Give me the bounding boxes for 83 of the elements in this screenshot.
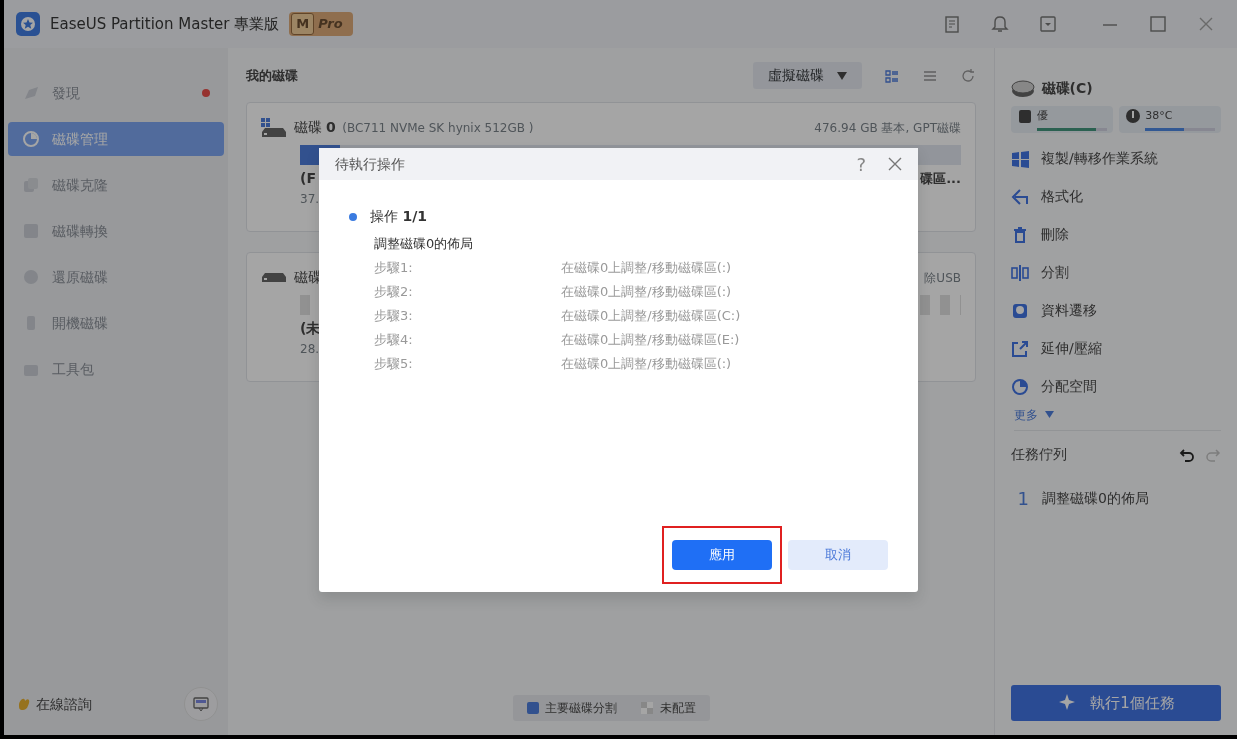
sidebar-item[interactable]: 開機磁碟 — [8, 306, 224, 340]
bullet-dot-icon — [349, 212, 357, 221]
drive-name: 磁碟(C) — [1041, 79, 1093, 98]
trash-icon — [1011, 225, 1029, 244]
windows-logo-icon — [1011, 149, 1029, 168]
action-item[interactable]: 資料遷移 — [1011, 291, 1221, 330]
status-label: 38°C — [1145, 108, 1173, 122]
sidebar-item[interactable]: 磁碟管理 — [8, 122, 224, 156]
drive-windows-icon — [261, 117, 287, 138]
close-icon[interactable] — [888, 157, 902, 171]
chat-link[interactable]: 在線諮詢 — [35, 693, 92, 715]
app-logo-icon — [16, 12, 40, 36]
status-label: 優 — [1037, 108, 1048, 122]
disk-info: 476.94 GB 基本, GPT磁碟 — [814, 119, 961, 137]
partition-size: 37. — [300, 191, 320, 206]
chat-bubble-icon — [191, 695, 210, 713]
legend-label: 主要磁碟分割 — [545, 700, 617, 717]
maximize-icon[interactable] — [1149, 15, 1167, 33]
view-dropdown[interactable]: 虛擬磁碟 — [753, 62, 862, 89]
step-label: 步驟2: — [374, 282, 414, 301]
queue-item: 調整磁碟0的佈局 — [1041, 488, 1149, 508]
sidebar-item-icon — [22, 130, 40, 148]
step-label: 步驟1: — [374, 258, 414, 277]
apply-button[interactable]: 應用 — [671, 540, 772, 570]
step-detail: 在磁碟0上調整/移動磁碟區(C:) — [561, 306, 741, 325]
partition-label: (F — [300, 168, 316, 188]
split-icon — [1011, 263, 1029, 282]
refresh-icon[interactable] — [960, 67, 976, 84]
queue-title: 任務佇列 — [1011, 445, 1068, 464]
action-item[interactable]: 刪除 — [1011, 215, 1221, 254]
drive-icon — [261, 272, 287, 283]
legend-swatch-icon — [641, 702, 653, 714]
section-title: 我的磁碟 — [246, 66, 299, 85]
caret-icon — [1044, 411, 1054, 418]
disk-drive-icon — [1011, 79, 1035, 98]
close-icon[interactable] — [1197, 15, 1215, 33]
action-item[interactable]: 分配空間 — [1011, 367, 1221, 406]
pie-chart-icon — [1011, 377, 1029, 396]
redo-icon[interactable] — [1205, 446, 1221, 463]
help-button[interactable]: ? — [856, 150, 866, 178]
sidebar-item[interactable]: 還原磁碟 — [8, 260, 224, 294]
disk-name: 磁碟 0 — [293, 118, 336, 137]
legend-label: 未配置 — [659, 700, 696, 717]
step-label: 步驟4: — [374, 330, 414, 349]
step-label: 步驟5: — [374, 354, 414, 373]
disk-model: (BC711 NVMe SK hynix 512GB ) — [342, 119, 534, 137]
action-item[interactable]: 分割 — [1011, 253, 1221, 292]
execute-button[interactable]: 執行1個任務 — [1011, 685, 1221, 721]
more-link[interactable]: 更多 — [1014, 405, 1039, 424]
step-detail: 在磁碟0上調整/移動磁碟區(:) — [561, 354, 732, 373]
action-item[interactable]: 格式化 — [1011, 177, 1221, 216]
step-detail: 在磁碟0上調整/移動磁碟區(E:) — [561, 330, 740, 349]
operation-description: 調整磁碟0的佈局 — [374, 234, 475, 253]
step-detail: 在磁碟0上調整/移動磁碟區(:) — [561, 258, 732, 277]
sidebar-item[interactable]: 發現 — [8, 76, 224, 110]
step-detail: 在磁碟0上調整/移動磁碟區(:) — [561, 282, 732, 301]
step-label: 步驟3: — [374, 306, 414, 325]
notes-icon[interactable] — [943, 15, 961, 33]
sidebar-item[interactable]: 磁碟轉換 — [8, 214, 224, 248]
queue-number: 1 — [1017, 486, 1029, 511]
chat-button[interactable] — [183, 687, 218, 721]
partition-size: 28. — [300, 341, 320, 356]
dropdown-box-icon[interactable] — [1039, 15, 1057, 33]
partition-label: 碟區... — [920, 169, 961, 188]
format-arrow-icon — [1011, 187, 1029, 206]
legend-swatch-icon — [526, 702, 539, 714]
grid-view-icon[interactable] — [884, 67, 900, 84]
dialog-title: 待執行操作 — [335, 154, 406, 174]
resize-arrow-icon — [1011, 339, 1029, 358]
app-title: EaseUS Partition Master 專業版 — [50, 13, 280, 35]
action-item[interactable]: 延伸/壓縮 — [1011, 329, 1221, 368]
sidebar-item[interactable]: 工具包 — [8, 352, 224, 386]
action-item[interactable]: 複製/轉移作業系統 — [1011, 139, 1221, 178]
bell-icon[interactable] — [991, 15, 1009, 33]
sidebar-item[interactable]: 磁碟克隆 — [8, 168, 224, 202]
undo-icon[interactable] — [1179, 446, 1195, 463]
partition-label: (未 — [300, 318, 321, 338]
disk-info: 除USB — [924, 269, 961, 287]
pro-badge: M Pro — [289, 12, 353, 36]
disk-name: 磁碟 — [293, 268, 322, 287]
operation-title: 操作 1/1 — [370, 207, 428, 226]
cancel-button[interactable]: 取消 — [788, 540, 888, 570]
caret-icon — [837, 71, 847, 80]
